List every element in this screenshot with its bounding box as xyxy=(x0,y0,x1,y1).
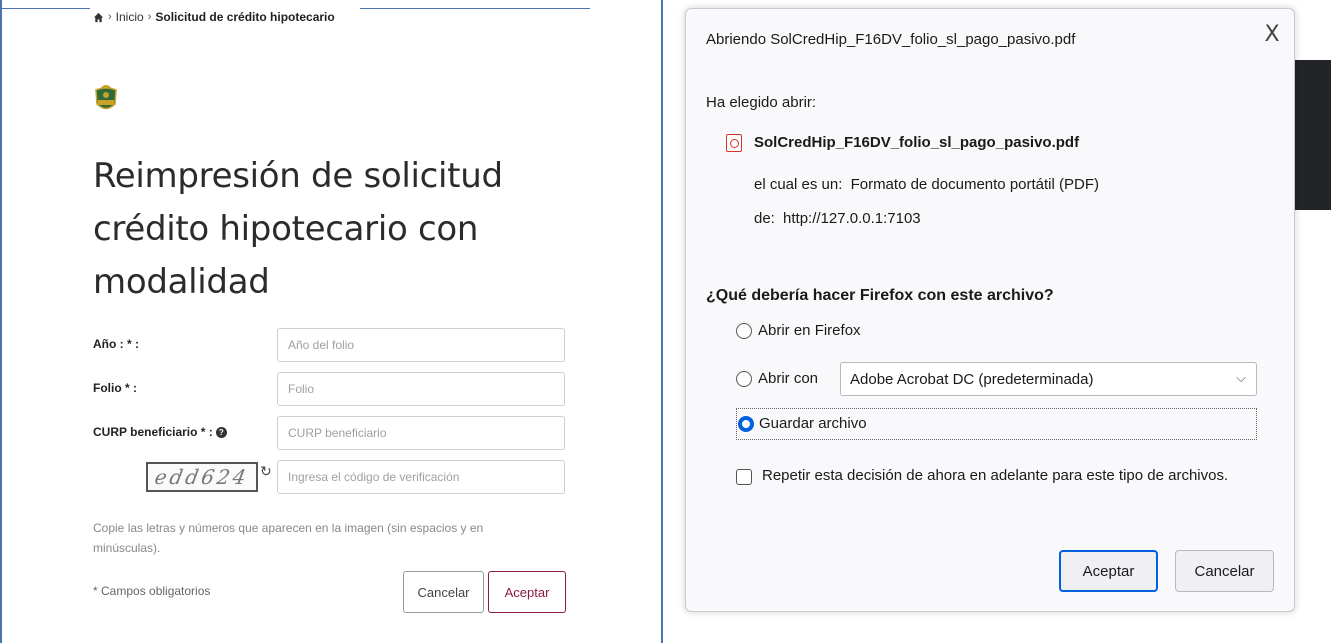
year-label: Año : * : xyxy=(93,337,139,351)
save-file-label[interactable]: Guardar archivo xyxy=(759,415,867,432)
form-row-folio: Folio * : xyxy=(93,372,568,406)
save-file-radio[interactable] xyxy=(738,416,754,432)
open-with-label[interactable]: Abrir con xyxy=(758,370,818,387)
accept-button[interactable]: Aceptar xyxy=(488,571,566,613)
pdf-icon xyxy=(726,134,742,152)
open-with-radio[interactable] xyxy=(736,371,752,387)
chosen-label: Ha elegido abrir: xyxy=(706,94,817,111)
file-source-label: de: xyxy=(754,210,775,227)
panel-border xyxy=(0,8,90,9)
open-in-firefox-label[interactable]: Abrir en Firefox xyxy=(758,322,861,339)
file-name: SolCredHip_F16DV_folio_sl_pago_pasivo.pd… xyxy=(754,134,1080,151)
folio-input[interactable] xyxy=(277,372,565,406)
file-source: de: http://127.0.0.1:7103 xyxy=(754,210,921,227)
close-icon[interactable]: X xyxy=(1260,23,1284,47)
breadcrumb-separator: › xyxy=(108,11,112,23)
captcha-hint: Copie las letras y números que aparecen … xyxy=(93,521,484,555)
panel-border xyxy=(360,8,590,9)
folio-label: Folio * : xyxy=(93,381,137,395)
action-question: ¿Qué debería hacer Firefox con este arch… xyxy=(706,287,1054,304)
issfam-shield-logo xyxy=(95,85,117,110)
file-type: el cual es un: Formato de documento port… xyxy=(754,176,1099,193)
file-type-value: Formato de documento portátil (PDF) xyxy=(850,176,1099,193)
captcha-image: edd624 xyxy=(146,462,258,492)
curp-label: CURP beneficiario * : ? xyxy=(93,425,227,439)
captcha-code: edd624 xyxy=(153,465,251,489)
home-icon[interactable] xyxy=(93,12,104,23)
cancel-button[interactable]: Cancelar xyxy=(403,571,484,613)
open-with-app-value: Adobe Acrobat DC (predeterminada) xyxy=(850,371,1094,388)
page-title: Reimpresión de solicitud crédito hipotec… xyxy=(93,156,503,302)
year-input[interactable] xyxy=(277,328,565,362)
breadcrumb-link-inicio[interactable]: Inicio xyxy=(116,10,144,24)
open-in-firefox-radio[interactable] xyxy=(736,323,752,339)
breadcrumb-separator: › xyxy=(147,11,152,23)
file-source-value: http://127.0.0.1:7103 xyxy=(783,210,921,227)
breadcrumb-current: Solicitud de crédito hipotecario xyxy=(155,10,335,24)
remember-choice-label[interactable]: Repetir esta decisión de ahora en adelan… xyxy=(762,467,1228,484)
file-type-label: el cual es un: xyxy=(754,176,843,193)
refresh-icon[interactable]: ↻ xyxy=(260,463,272,479)
curp-input[interactable] xyxy=(277,416,565,450)
dialog-accept-button[interactable]: Aceptar xyxy=(1059,550,1158,592)
chevron-down-icon: ⌵ xyxy=(1236,371,1246,386)
dialog-cancel-button[interactable]: Cancelar xyxy=(1175,550,1274,592)
dialog-title: Abriendo SolCredHip_F16DV_folio_sl_pago_… xyxy=(706,31,1076,48)
firefox-download-panel: Abriendo SolCredHip_F16DV_folio_sl_pago_… xyxy=(663,0,1331,643)
help-icon[interactable]: ? xyxy=(215,426,227,438)
form-row-year: Año : * : xyxy=(93,328,568,362)
captcha-input[interactable] xyxy=(277,460,565,494)
open-with-app-select[interactable]: Adobe Acrobat DC (predeterminada) ⌵ xyxy=(840,362,1257,396)
panel-border xyxy=(0,0,2,643)
required-fields-note: * Campos obligatorios xyxy=(93,584,211,598)
form-row-curp: CURP beneficiario * : ? xyxy=(93,416,568,450)
mortgage-reprint-form-panel: › Inicio › Solicitud de crédito hipoteca… xyxy=(0,0,663,643)
form-row-captcha: edd624 ↻ xyxy=(93,460,568,494)
remember-choice-checkbox[interactable] xyxy=(736,469,752,485)
breadcrumb: › Inicio › Solicitud de crédito hipoteca… xyxy=(93,10,335,24)
download-dialog: Abriendo SolCredHip_F16DV_folio_sl_pago_… xyxy=(685,8,1295,612)
